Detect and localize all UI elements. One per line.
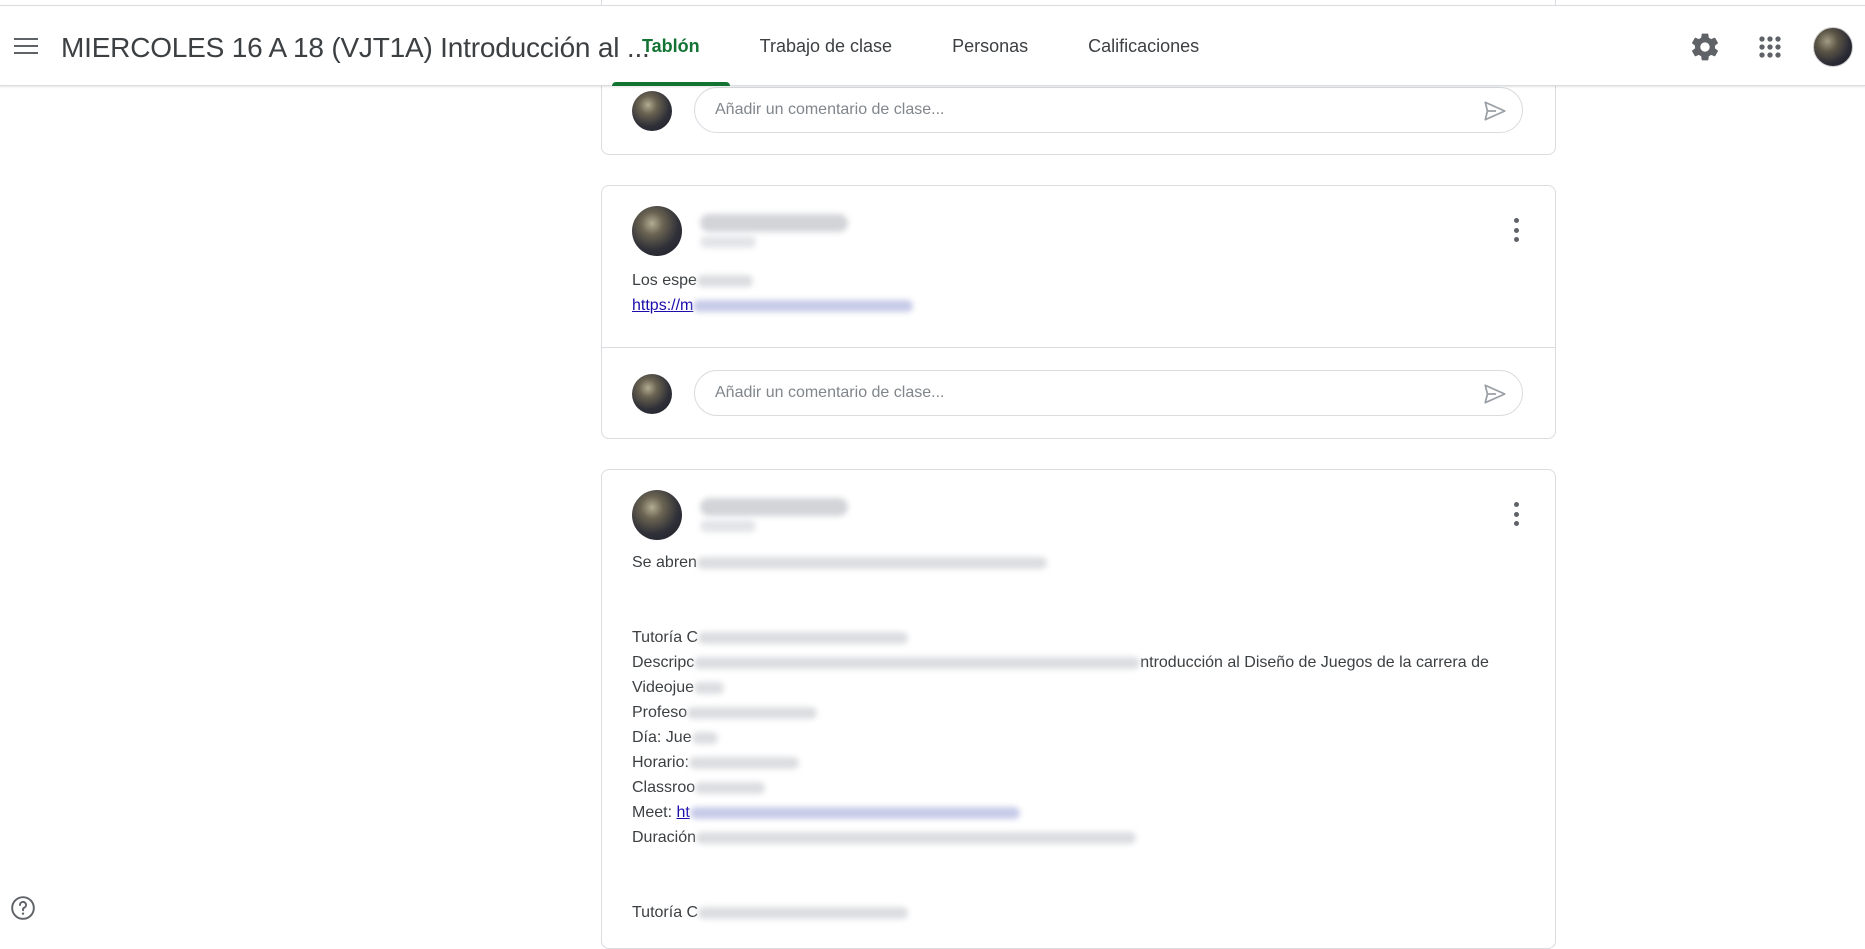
redacted-text — [691, 731, 718, 744]
redacted-text — [687, 706, 818, 719]
redacted-text — [696, 556, 1047, 569]
class-comment-input[interactable]: Añadir un comentario de clase... — [694, 370, 1523, 416]
apps-grid-icon[interactable] — [1754, 31, 1786, 63]
top-app-bar: MIERCOLES 16 A 18 (VJT1A) Introducción a… — [0, 5, 1865, 86]
tab-grades[interactable]: Calificaciones — [1058, 6, 1229, 86]
class-comment-input[interactable]: Añadir un comentario de clase... — [694, 87, 1523, 133]
redacted-text — [693, 681, 724, 694]
redacted-text — [696, 831, 1137, 844]
class-title[interactable]: MIERCOLES 16 A 18 (VJT1A) Introducción a… — [61, 32, 650, 64]
send-icon[interactable] — [1482, 98, 1508, 124]
post-text-line: Meet: — [632, 804, 677, 821]
post-text-line: Tutoría C — [632, 904, 699, 921]
tab-stream[interactable]: Tablón — [612, 6, 730, 86]
post-date-redacted — [700, 520, 756, 532]
post-text-line: Descripc — [632, 654, 695, 671]
post-text-line: Duración — [632, 829, 697, 846]
post-text-line: Videojue — [632, 679, 694, 696]
redacted-text — [695, 781, 766, 794]
help-circle-icon[interactable] — [10, 895, 36, 921]
comment-placeholder: Añadir un comentario de clase... — [715, 101, 945, 118]
post-text-line: Se abren — [632, 554, 697, 571]
author-avatar — [632, 490, 682, 540]
gear-icon[interactable] — [1689, 31, 1721, 63]
comment-row: Añadir un comentario de clase... — [602, 347, 1555, 437]
post-card: Se abren Tutoría C Descripc ntroducción a… — [601, 469, 1556, 949]
class-tabs: Tablón Trabajo de clase Personas Calific… — [612, 6, 1229, 86]
redacted-text — [696, 274, 753, 287]
post-text-line: Horario: — [632, 754, 689, 771]
redacted-text — [698, 631, 909, 644]
comment-placeholder: Añadir un comentario de clase... — [715, 384, 945, 401]
author-avatar — [632, 206, 682, 256]
more-options-icon[interactable] — [1513, 502, 1519, 526]
post-text-line: ntroducción al Diseño de Juegos de la ca… — [1140, 654, 1489, 671]
avatar — [632, 91, 672, 131]
redacted-text — [698, 906, 909, 919]
meet-link[interactable]: ht — [676, 804, 689, 821]
avatar — [632, 374, 672, 414]
hamburger-menu-icon[interactable] — [10, 30, 42, 62]
post-date-redacted — [700, 236, 756, 248]
post-link[interactable]: https://m — [632, 297, 693, 314]
account-avatar[interactable] — [1813, 27, 1853, 67]
post-body: Se abren Tutoría C Descripc ntroducción a… — [632, 550, 1525, 925]
tab-classwork[interactable]: Trabajo de clase — [730, 6, 922, 86]
post-text-line: Los espe — [632, 272, 697, 289]
author-name-redacted — [700, 214, 848, 232]
post-body: Los espe https://m — [632, 268, 1525, 318]
tab-people[interactable]: Personas — [922, 6, 1058, 86]
post-text-line: Día: Jue — [632, 729, 692, 746]
more-options-icon[interactable] — [1513, 218, 1519, 242]
post-text-line: Tutoría C — [632, 629, 699, 646]
redacted-text — [688, 756, 799, 769]
author-name-redacted — [700, 498, 848, 516]
post-card: Los espe https://m Añadir un comentario … — [601, 185, 1556, 439]
post-text-line: Classroo — [632, 779, 696, 796]
redacted-text — [694, 656, 1141, 669]
post-text-line: Profeso — [632, 704, 688, 721]
redacted-link — [689, 806, 1020, 819]
send-icon[interactable] — [1482, 381, 1508, 407]
redacted-link — [693, 299, 914, 312]
